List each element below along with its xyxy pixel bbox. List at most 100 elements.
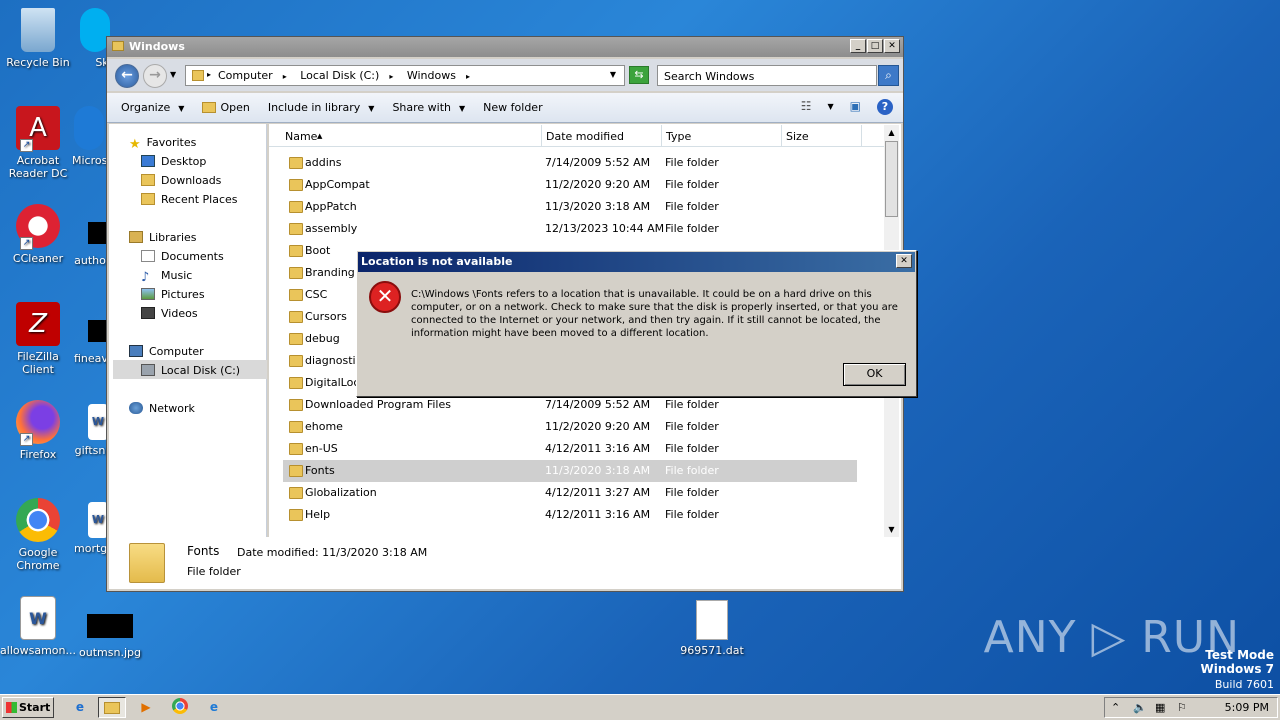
file-row[interactable]: Globalization 4/12/2011 3:27 AM File folde…	[283, 482, 857, 504]
file-row[interactable]: en-US 4/12/2011 3:16 AM File folder	[283, 438, 857, 460]
desktop-icon-label: Acrobat Reader DC	[8, 154, 68, 180]
help-icon[interactable]: ?	[877, 99, 893, 115]
column-size[interactable]: Size	[786, 130, 809, 143]
clock[interactable]: 5:09 PM	[1225, 701, 1269, 714]
taskbar-ie-icon[interactable]: e	[66, 697, 94, 718]
word-document-icon: W	[88, 404, 108, 440]
taskbar-edge-icon[interactable]: e	[200, 697, 228, 718]
show-hidden-icons-icon[interactable]: ⌃	[1111, 701, 1120, 714]
include-in-library-button[interactable]: Include in library ▼	[268, 101, 375, 114]
dialog-close-button[interactable]: ✕	[896, 254, 912, 268]
close-button[interactable]: ✕	[884, 39, 900, 53]
folder-icon	[289, 333, 303, 345]
desktop-icon-microsoft[interactable]: Micros	[72, 106, 108, 167]
column-name[interactable]: Name	[285, 130, 317, 143]
file-name: debug	[305, 332, 340, 345]
file-row[interactable]: AppCompat 11/2/2020 9:20 AM File folder	[283, 174, 857, 196]
nav-downloads[interactable]: Downloads	[141, 174, 221, 187]
desktop-icon-mortg[interactable]: W mortg	[74, 502, 108, 555]
refresh-button[interactable]: ⇆	[629, 66, 649, 84]
black-file-icon	[88, 222, 108, 244]
scroll-thumb[interactable]	[885, 141, 898, 217]
desktop-icon-fineav[interactable]: fineav	[74, 320, 108, 365]
desktop-icon-label: Micros	[72, 154, 108, 167]
file-date: 11/2/2020 9:20 AM	[545, 178, 651, 191]
network-tray-icon[interactable]: ▦	[1155, 701, 1165, 714]
file-row[interactable]: Downloaded Program Files 7/14/2009 5:52 A…	[283, 394, 857, 416]
nav-computer[interactable]: Computer	[129, 345, 204, 358]
nav-libraries[interactable]: Libraries	[129, 231, 197, 244]
search-input[interactable]: Search Windows	[657, 65, 877, 86]
share-with-button[interactable]: Share with ▼	[392, 101, 465, 114]
nav-music[interactable]: ♪ Music	[141, 269, 192, 285]
nav-network[interactable]: Network	[129, 402, 195, 415]
nav-local-disk[interactable]: Local Disk (C:)	[141, 364, 240, 377]
file-row[interactable]: assembly 12/13/2023 10:44 AM File folder	[283, 218, 857, 240]
scroll-up-icon[interactable]: ▲	[884, 125, 899, 140]
filezilla-icon: Z	[16, 302, 60, 346]
view-chevron-down-icon[interactable]: ▼	[828, 99, 834, 115]
shortcut-arrow-icon: ↗	[20, 237, 33, 250]
search-icon[interactable]: ⌕	[878, 65, 899, 86]
file-date: 4/12/2011 3:16 AM	[545, 442, 651, 455]
volume-icon[interactable]: 🔈	[1133, 701, 1147, 714]
desktop-icon-acrobat[interactable]: A ↗ Acrobat Reader DC	[0, 106, 76, 180]
organize-button[interactable]: Organize ▼	[121, 101, 184, 114]
recent-pages-chevron-icon[interactable]: ▼	[170, 70, 176, 79]
nav-favorites[interactable]: ★ Favorites	[129, 136, 196, 152]
recent-places-icon	[141, 193, 155, 205]
folder-icon	[289, 311, 303, 323]
back-button[interactable]: ←	[115, 64, 139, 88]
dialog-titlebar[interactable]: Location is not available ✕	[358, 252, 915, 272]
address-dropdown-icon[interactable]: ▼	[610, 70, 616, 79]
breadcrumb-local-disk[interactable]: Local Disk (C:)	[300, 69, 379, 82]
file-row[interactable]: AppPatch 11/3/2020 3:18 AM File folder	[283, 196, 857, 218]
breadcrumb-computer[interactable]: Computer	[218, 69, 273, 82]
desktop-icon-outmsn[interactable]: outmsn.jpg	[72, 614, 148, 659]
address-bar[interactable]: ▸ Computer ▸ Local Disk (C:) ▸ Windows ▸ ▼	[185, 65, 625, 86]
new-folder-button[interactable]: New folder	[483, 101, 542, 114]
nav-pictures[interactable]: Pictures	[141, 288, 205, 301]
desktop-icon-allowsamon[interactable]: W allowsamon...	[0, 596, 76, 657]
taskbar-explorer-icon[interactable]	[98, 697, 126, 718]
folder-icon	[289, 509, 303, 521]
nav-documents[interactable]: Documents	[141, 250, 224, 263]
file-type: File folder	[665, 156, 719, 169]
taskbar-chrome-icon[interactable]	[166, 697, 194, 718]
location-error-dialog[interactable]: Location is not available ✕ ✕ C:\Windows…	[356, 250, 917, 397]
taskbar-media-player-icon[interactable]: ▶	[132, 697, 160, 718]
ok-button[interactable]: OK	[843, 363, 906, 386]
desktop-icon-label: autho	[74, 254, 106, 267]
folder-icon	[289, 179, 303, 191]
file-row[interactable]: addins 7/14/2009 5:52 AM File folder	[283, 152, 857, 174]
nav-videos[interactable]: Videos	[141, 307, 198, 320]
open-button[interactable]: Open	[202, 101, 250, 114]
column-date-modified[interactable]: Date modified	[546, 130, 624, 143]
desktop-icon-chrome[interactable]: Google Chrome	[0, 498, 76, 572]
breadcrumb-windows[interactable]: Windows	[407, 69, 456, 82]
view-options-icon[interactable]: ☷	[801, 99, 812, 115]
desktop-icon-filezilla[interactable]: Z FileZilla Client	[0, 302, 76, 376]
desktop-icon-969571-dat[interactable]: 969571.dat	[674, 600, 750, 657]
minimize-button[interactable]: _	[850, 39, 866, 53]
desktop-icon-recycle-bin[interactable]: Recycle Bin	[0, 8, 76, 69]
taskbar: Start e ▶ e ⌃ 🔈 ▦ ⚐ 5:09 PM	[0, 694, 1280, 720]
forward-button[interactable]: →	[143, 64, 167, 88]
nav-desktop[interactable]: Desktop	[141, 155, 206, 168]
desktop-icon-firefox[interactable]: ↗ Firefox	[0, 400, 76, 461]
action-center-flag-icon[interactable]: ⚐	[1177, 701, 1187, 714]
desktop-icon-autho[interactable]: autho	[74, 222, 108, 267]
maximize-button[interactable]: □	[867, 39, 883, 53]
nav-recent-places[interactable]: Recent Places	[141, 193, 238, 206]
file-date: 11/3/2020 3:18 AM	[545, 200, 651, 213]
file-row[interactable]: Help 4/12/2011 3:16 AM File folder	[283, 504, 857, 526]
column-type[interactable]: Type	[666, 130, 691, 143]
scroll-down-icon[interactable]: ▼	[884, 522, 899, 537]
preview-pane-icon[interactable]: ▣	[850, 99, 861, 115]
file-row[interactable]: ehome 11/2/2020 9:20 AM File folder	[283, 416, 857, 438]
desktop-icon-giftsn[interactable]: W giftsn	[74, 404, 108, 457]
start-button[interactable]: Start	[2, 697, 54, 718]
explorer-titlebar[interactable]: Windows _ □ ✕	[107, 37, 903, 57]
desktop-icon-ccleaner[interactable]: ↗ CCleaner	[0, 204, 76, 265]
file-row[interactable]: Fonts 11/3/2020 3:18 AM File folder	[283, 460, 857, 482]
